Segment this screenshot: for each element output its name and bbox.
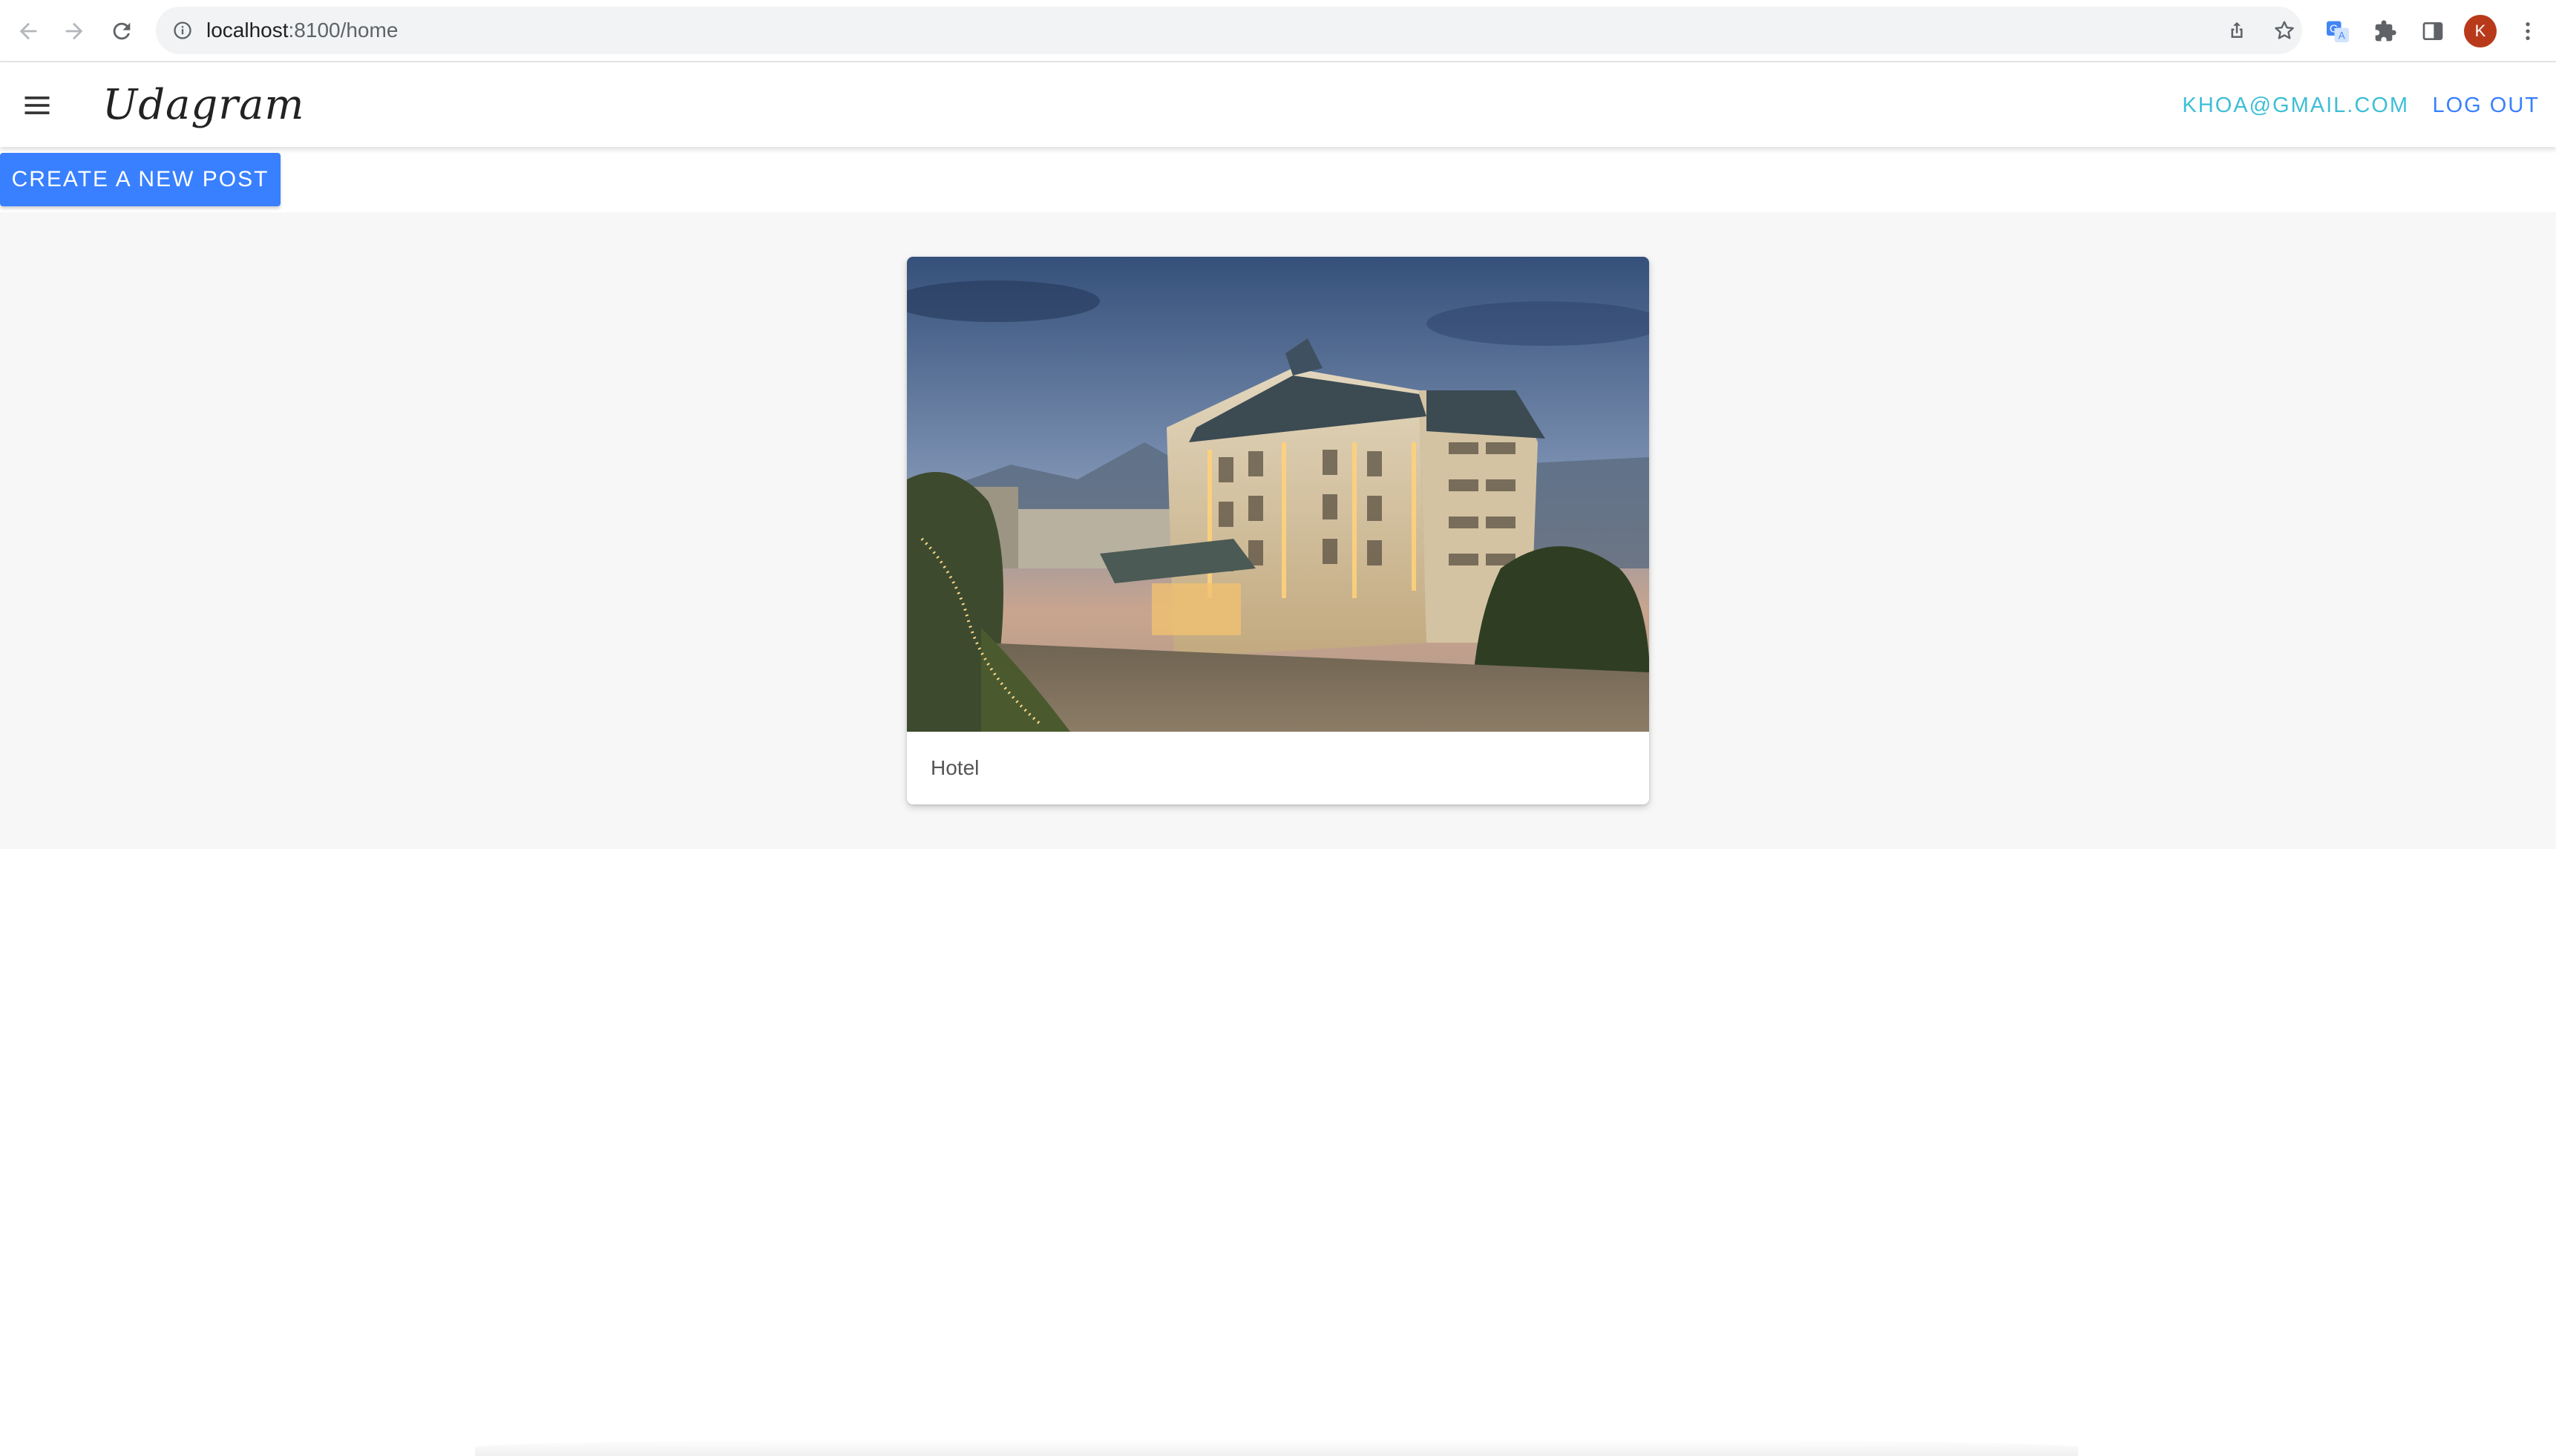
star-icon bbox=[2275, 21, 2294, 39]
kebab-menu-icon bbox=[2526, 22, 2530, 40]
translate-button[interactable]: GA bbox=[2320, 13, 2356, 49]
extensions-button[interactable] bbox=[2367, 13, 2403, 49]
arrow-left-icon bbox=[19, 22, 37, 40]
share-button[interactable] bbox=[2224, 17, 2250, 44]
profile-avatar[interactable]: K bbox=[2464, 15, 2497, 47]
share-icon bbox=[2231, 22, 2243, 38]
forward-button[interactable] bbox=[56, 13, 92, 49]
reload-icon bbox=[113, 22, 131, 40]
post-caption: Hotel bbox=[931, 756, 980, 779]
browser-toolbar: localhost:8100/home GA K bbox=[0, 0, 2556, 62]
url-host: localhost bbox=[206, 19, 289, 42]
puzzle-icon bbox=[2375, 20, 2396, 42]
side-panel-icon bbox=[2422, 22, 2443, 40]
post-card[interactable]: Hotel bbox=[907, 257, 1649, 804]
reload-button[interactable] bbox=[104, 13, 140, 49]
logout-button[interactable]: LOG OUT bbox=[2432, 64, 2540, 147]
app-logo[interactable]: Udagram bbox=[102, 77, 305, 134]
side-menu-button[interactable] bbox=[15, 86, 59, 125]
user-email-button[interactable]: KHOA@GMAIL.COM bbox=[2182, 64, 2409, 147]
app-header: Udagram KHOA@GMAIL.COM LOG OUT bbox=[0, 64, 2556, 147]
browser-menu-button[interactable] bbox=[2510, 13, 2546, 49]
url-path: :8100/home bbox=[288, 19, 399, 42]
svg-text:A: A bbox=[2339, 30, 2345, 42]
create-post-button[interactable]: CREATE A NEW POST bbox=[0, 153, 281, 206]
info-icon[interactable] bbox=[169, 17, 196, 44]
bottom-shadow bbox=[475, 1438, 2078, 1456]
feed: Hotel bbox=[0, 212, 2556, 849]
url-text: localhost:8100/home bbox=[206, 7, 398, 54]
side-panel-button[interactable] bbox=[2415, 13, 2451, 49]
post-image bbox=[907, 257, 1649, 732]
back-button[interactable] bbox=[10, 13, 46, 49]
arrow-right-icon bbox=[65, 22, 83, 40]
bookmark-button[interactable] bbox=[2271, 17, 2298, 44]
translate-icon: GA bbox=[2327, 21, 2349, 42]
hamburger-icon bbox=[24, 96, 50, 114]
address-bar[interactable]: localhost:8100/home bbox=[156, 7, 2302, 54]
